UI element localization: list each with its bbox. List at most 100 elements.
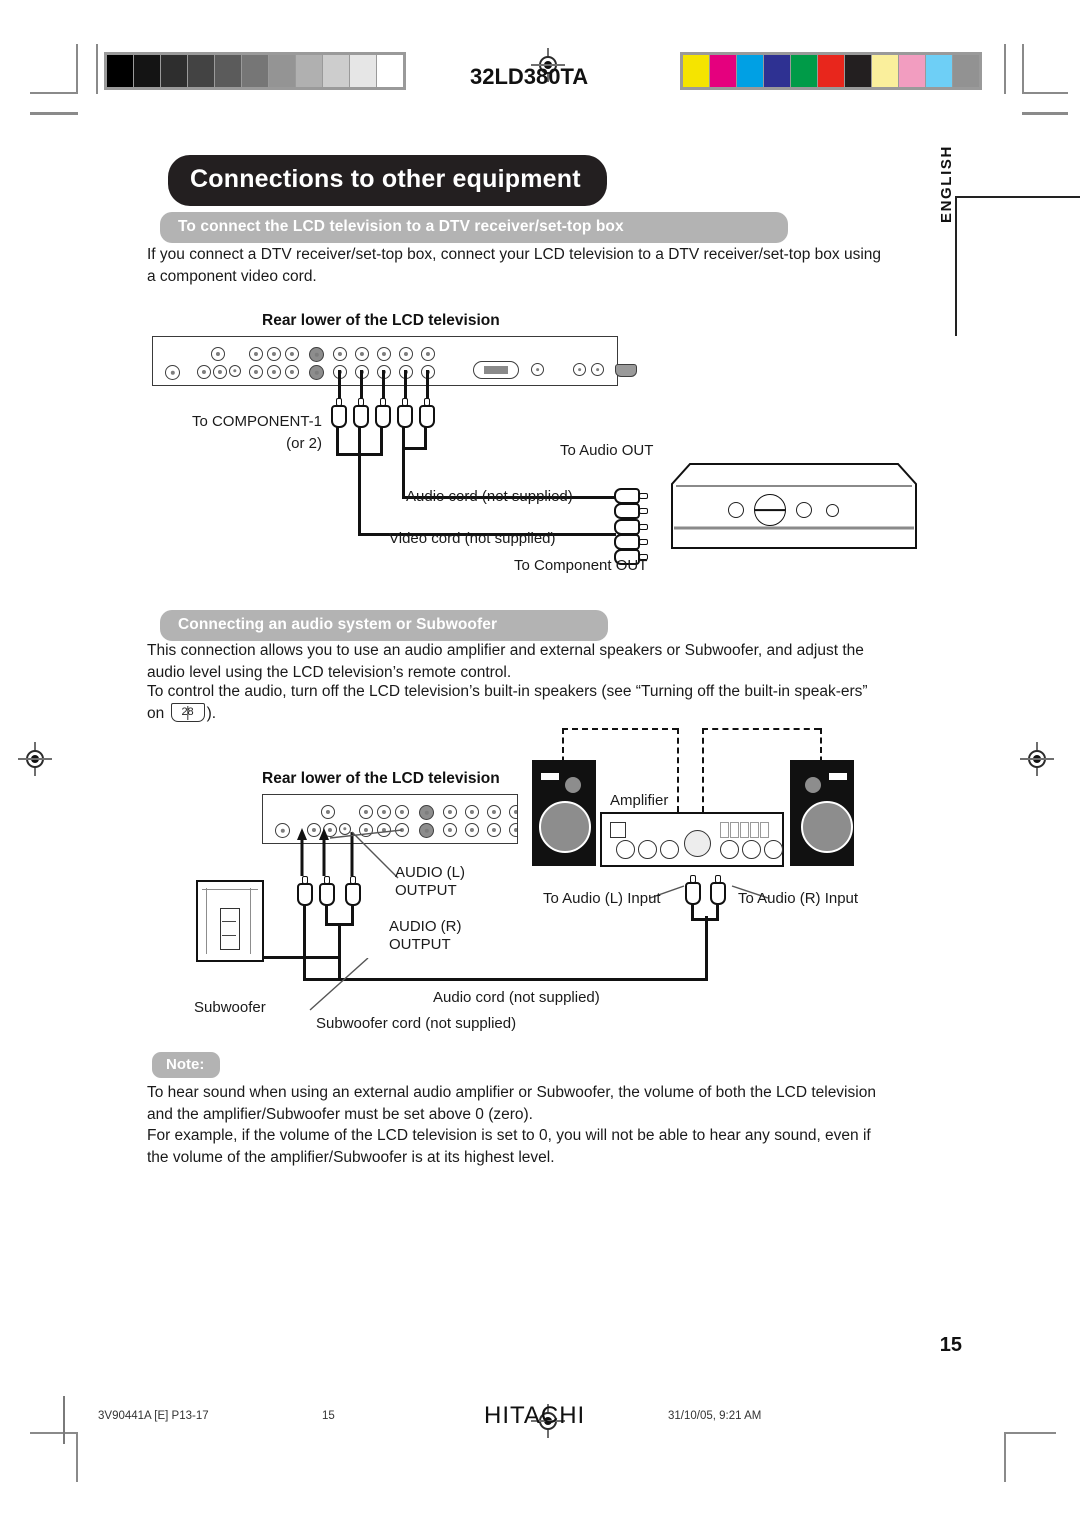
rca-plug-audio-r bbox=[319, 876, 335, 906]
video-jack-top bbox=[211, 347, 225, 361]
amplifier-segment-4 bbox=[750, 822, 759, 838]
amplifier-display bbox=[610, 822, 626, 838]
footer-timestamp: 31/10/05, 9:21 AM bbox=[668, 1410, 762, 1422]
hdmi-port bbox=[615, 364, 637, 377]
crop-mark-top-left-tick bbox=[30, 112, 78, 115]
rear-connector-panel-1 bbox=[152, 336, 637, 386]
amplifier-knob-1 bbox=[616, 840, 635, 859]
subwoofer-grille bbox=[220, 908, 240, 950]
rca-plug-audio-l bbox=[297, 876, 313, 906]
rca-plug-subwoofer bbox=[345, 876, 361, 906]
av-jack2-b3-top bbox=[395, 805, 409, 819]
color-patch-0 bbox=[683, 55, 709, 87]
section-heading-audio: Connecting an audio system or Subwoofer bbox=[160, 610, 608, 641]
language-side-tab-label: ENGLISH bbox=[938, 145, 955, 223]
color-patch-1 bbox=[710, 55, 736, 87]
rca-plug-component-3 bbox=[375, 398, 391, 428]
crop-mark-bottom-left-v bbox=[76, 1432, 78, 1482]
crop-mark-top-left-h bbox=[30, 92, 78, 94]
color-patch-2 bbox=[737, 55, 763, 87]
subwoofer-slot-2 bbox=[222, 935, 236, 936]
video-jack-a3 bbox=[229, 365, 241, 377]
pc-audio-jack bbox=[531, 363, 544, 376]
video-jack-a1 bbox=[197, 365, 211, 379]
speaker-left bbox=[532, 760, 596, 866]
label-video-cord: Video cord (not supplied) bbox=[389, 530, 556, 547]
stb-button-2 bbox=[796, 502, 812, 518]
grayscale-patch-8 bbox=[323, 55, 349, 87]
speaker-left-tweeter bbox=[565, 777, 581, 793]
speaker-right-woofer bbox=[801, 801, 853, 853]
language-side-tab: ENGLISH bbox=[938, 145, 1080, 336]
crop-mark-top-left-bar bbox=[96, 44, 98, 94]
subwoofer-bevel-right bbox=[250, 888, 252, 954]
service-jack-1 bbox=[573, 363, 586, 376]
label-to-component-1: To COMPONENT-1 bbox=[191, 413, 322, 430]
label-to-component-out: To Component OUT bbox=[514, 557, 648, 574]
color-patch-8 bbox=[899, 55, 925, 87]
footer-page: 15 bbox=[322, 1410, 335, 1422]
grayscale-patch-2 bbox=[161, 55, 187, 87]
speaker-left-woofer bbox=[539, 801, 591, 853]
color-patch-7 bbox=[872, 55, 898, 87]
amplifier-volume-knob bbox=[684, 830, 711, 857]
rca-plug-stb-audio-2 bbox=[614, 503, 648, 519]
av-jack-b2-top bbox=[267, 347, 281, 361]
speaker-right-tweeter bbox=[805, 777, 821, 793]
component-jack-3-top bbox=[377, 347, 391, 361]
av-jack-b1-top bbox=[249, 347, 263, 361]
speaker-left-dashed-top bbox=[562, 728, 678, 730]
amplifier-segment-2 bbox=[730, 822, 739, 838]
rca-plug-component-2 bbox=[353, 398, 369, 428]
s-video-jack2-top bbox=[419, 805, 434, 820]
amplifier-knob-4 bbox=[720, 840, 739, 859]
label-subwoofer-cord: Subwoofer cord (not supplied) bbox=[316, 1015, 517, 1032]
section-body-audio-2-post: ). bbox=[206, 704, 217, 722]
rca-plug-component-1 bbox=[331, 398, 347, 428]
label-audio-r-output-line1: AUDIO (R) bbox=[389, 918, 462, 935]
component-jack-2-top bbox=[355, 347, 369, 361]
grayscale-patch-3 bbox=[188, 55, 214, 87]
antenna-jack bbox=[165, 365, 180, 380]
amplifier-segment-3 bbox=[740, 822, 749, 838]
page-reference-number: 28 bbox=[170, 702, 205, 722]
audio-trunk bbox=[402, 447, 405, 499]
av-jack2-b2-top bbox=[377, 805, 391, 819]
subwoofer-bevel-left bbox=[206, 888, 208, 954]
dtv-receiver-set-top-box bbox=[670, 462, 918, 550]
grayscale-patch-10 bbox=[377, 55, 403, 87]
label-audio-cord: Audio cord (not supplied) bbox=[406, 488, 573, 505]
amplifier-knob-6 bbox=[764, 840, 783, 859]
av-jack-b2-bot bbox=[267, 365, 281, 379]
amplifier-segment-1 bbox=[720, 822, 729, 838]
subwoofer-slot-1 bbox=[222, 921, 236, 922]
speaker-left-port bbox=[541, 773, 559, 780]
section-body-audio-2-pre: To control the audio, turn off the LCD t… bbox=[147, 683, 868, 722]
grayscale-control-strip bbox=[104, 52, 406, 90]
label-audio-cord-2: Audio cord (not supplied) bbox=[433, 989, 600, 1006]
crop-mark-top-right-corner bbox=[1022, 44, 1024, 94]
grayscale-patch-4 bbox=[215, 55, 241, 87]
stb-button-1 bbox=[728, 502, 744, 518]
label-to-audio-l-input: To Audio (L) Input bbox=[543, 890, 661, 907]
service-jack-2 bbox=[591, 363, 604, 376]
diagram-title-rear-lower-2: Rear lower of the LCD television bbox=[262, 770, 500, 787]
note-body-2: For example, if the volume of the LCD te… bbox=[147, 1127, 871, 1166]
label-to-component-or-2: (or 2) bbox=[286, 435, 322, 452]
speaker-right-port bbox=[829, 773, 847, 780]
component-jack-4-top bbox=[399, 347, 413, 361]
set-top-box-outline bbox=[671, 463, 917, 549]
grayscale-patch-1 bbox=[134, 55, 160, 87]
crop-mark-bottom-left-h bbox=[30, 1432, 78, 1434]
component-jack-1-top bbox=[333, 347, 347, 361]
subwoofer-bevel-top bbox=[202, 889, 258, 891]
speaker-right-dashed-top bbox=[702, 728, 820, 730]
color-patch-4 bbox=[791, 55, 817, 87]
color-patch-5 bbox=[818, 55, 844, 87]
amplifier-knob-2 bbox=[638, 840, 657, 859]
video-merge-mid bbox=[358, 426, 361, 456]
label-audio-l-output-line1: AUDIO (L) bbox=[395, 864, 466, 881]
note-heading: Note: bbox=[152, 1052, 221, 1078]
page-reference-icon: 28 bbox=[170, 702, 205, 722]
component-jack2-1-top bbox=[443, 805, 457, 819]
